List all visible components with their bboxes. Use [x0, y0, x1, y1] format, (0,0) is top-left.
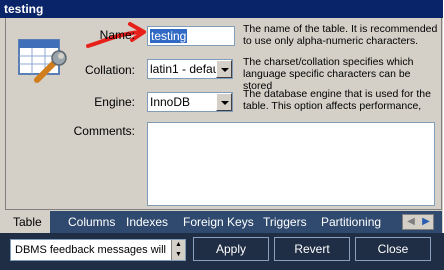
revert-button[interactable]: Revert	[274, 237, 350, 261]
tab-foreign-keys[interactable]: Foreign Keys	[183, 211, 254, 233]
engine-description: The database engine that is used for the…	[243, 88, 431, 112]
comments-textarea[interactable]	[147, 122, 435, 206]
engine-label: Engine:	[94, 95, 135, 109]
table-editor-window: testing Name: testing The name of the ta…	[0, 0, 444, 270]
table-name-value: testing	[150, 29, 188, 43]
name-label: Name:	[99, 28, 135, 42]
feedback-text: DBMS feedback messages will	[15, 244, 167, 256]
chevron-down-icon[interactable]	[216, 93, 232, 111]
arrow-left-icon[interactable]: ◀	[404, 216, 418, 228]
apply-button[interactable]: Apply	[193, 237, 269, 261]
name-description: The name of the table. It is recommended…	[243, 23, 438, 47]
chevron-down-icon[interactable]: ▼	[172, 250, 185, 260]
collation-select[interactable]: latin1 - defaul	[147, 59, 233, 79]
chevron-up-icon[interactable]: ▲	[172, 240, 185, 250]
window-title: testing	[0, 0, 443, 18]
feedback-messages-select[interactable]: DBMS feedback messages will ▲ ▼	[10, 239, 186, 261]
tab-columns[interactable]: Columns	[68, 211, 115, 233]
table-name-input[interactable]: testing	[147, 26, 235, 46]
arrow-right-icon[interactable]: ▶	[419, 216, 433, 228]
table-wrench-icon	[18, 39, 67, 83]
tab-table[interactable]: Table	[5, 211, 50, 233]
engine-select[interactable]: InnoDB	[147, 92, 233, 112]
tab-triggers[interactable]: Triggers	[263, 211, 307, 233]
comments-label: Comments:	[73, 124, 135, 138]
chevron-down-icon[interactable]	[216, 60, 232, 78]
tab-scroll-buttons: ◀ ▶	[402, 214, 434, 230]
collation-label: Collation:	[84, 63, 135, 77]
collation-value: latin1 - defaul	[150, 62, 223, 76]
close-button[interactable]: Close	[355, 237, 431, 261]
tab-partitioning[interactable]: Partitioning	[321, 211, 381, 233]
bottom-bar: DBMS feedback messages will ▲ ▼ Apply Re…	[0, 233, 444, 270]
tab-bar: Table Columns Indexes Foreign Keys Trigg…	[5, 211, 442, 233]
spin-buttons[interactable]: ▲ ▼	[171, 240, 185, 260]
engine-value: InnoDB	[150, 95, 191, 109]
collation-description: The charset/collation specifies which la…	[243, 56, 414, 92]
tab-indexes[interactable]: Indexes	[126, 211, 168, 233]
